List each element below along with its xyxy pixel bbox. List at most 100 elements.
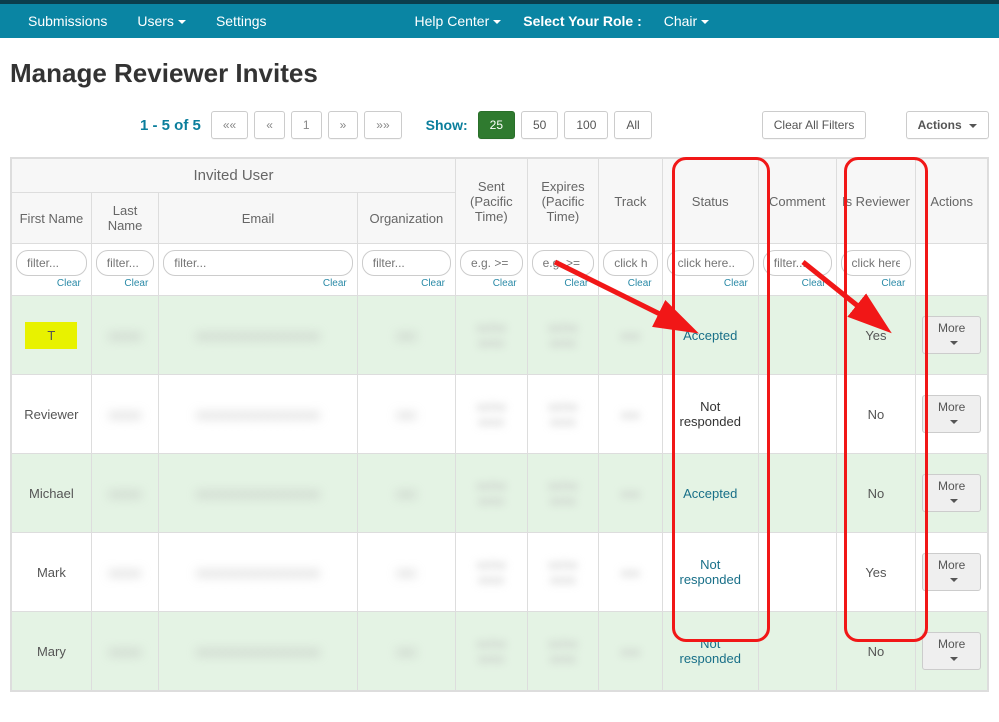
role-value: Chair [664,13,697,29]
clear-filter[interactable]: Clear [460,276,523,289]
row-more-button[interactable]: More [922,316,981,354]
filter-expires[interactable] [532,250,595,276]
pager-first[interactable]: «« [211,111,248,139]
caret-icon [950,341,958,345]
filter-first-name[interactable] [16,250,87,276]
filter-sent[interactable] [460,250,523,276]
page-size-50[interactable]: 50 [521,111,558,139]
col-organization[interactable]: Organization [357,193,455,244]
col-comment[interactable]: Comment [758,159,836,244]
col-track[interactable]: Track [599,159,662,244]
filter-status[interactable] [667,250,754,276]
cell-track: xxx [621,644,641,659]
cell-is-reviewer: No [868,486,885,501]
cell-status[interactable]: Not responded [679,636,740,666]
col-expires[interactable]: Expires (Pacific Time) [527,159,599,244]
nav-submissions[interactable]: Submissions [14,5,121,37]
clear-filter[interactable]: Clear [841,276,912,289]
toolbar: 1 - 5 of 5 «« « 1 » »» Show: 25 50 100 A… [10,107,989,149]
cell-organization: xxx [397,407,417,422]
clear-filter[interactable]: Clear [96,276,155,289]
clear-filter[interactable]: Clear [362,276,451,289]
col-last-name[interactable]: Last Name [91,193,159,244]
actions-button[interactable]: Actions [906,111,989,139]
cell-first-name: T [25,322,77,349]
caret-icon [950,499,958,503]
cell-email: xxxxxxxxxxxxxxxxxxx [196,486,320,501]
row-more-button[interactable]: More [922,553,981,591]
cell-status[interactable]: Not responded [679,557,740,587]
clear-filter[interactable]: Clear [603,276,657,289]
cell-sent: xx/xxxxxx [476,478,506,508]
cell-email: xxxxxxxxxxxxxxxxxxx [196,407,320,422]
caret-icon [178,20,186,24]
cell-track: xxx [621,328,641,343]
filter-comment[interactable] [763,250,832,276]
clear-filter[interactable]: Clear [532,276,595,289]
table-row: Markxxxxxxxxxxxxxxxxxxxxxxxxxxxxx/xxxxxx… [12,533,988,612]
actions-label: Actions [918,118,962,132]
cell-is-reviewer: No [868,407,885,422]
filter-track[interactable] [603,250,657,276]
cell-comment [758,533,836,612]
cell-is-reviewer: Yes [865,565,886,580]
filter-organization[interactable] [362,250,451,276]
cell-status[interactable]: Accepted [683,486,737,501]
filter-is-reviewer[interactable] [841,250,912,276]
clear-filter[interactable]: Clear [667,276,754,289]
cell-sent: xx/xxxxxx [476,636,506,666]
cell-organization: xxx [397,486,417,501]
cell-expires: xx/xxxxxx [548,478,578,508]
caret-icon [969,124,977,128]
pager-page[interactable]: 1 [291,111,322,139]
caret-icon [950,657,958,661]
nav-users[interactable]: Users [123,5,200,37]
col-actions: Actions [916,159,988,244]
nav-settings[interactable]: Settings [202,5,281,37]
cell-email: xxxxxxxxxxxxxxxxxxx [196,328,320,343]
col-is-reviewer[interactable]: Is Reviewer [836,159,916,244]
page-size-all[interactable]: All [614,111,651,139]
clear-filter[interactable]: Clear [16,276,87,289]
cell-expires: xx/xxxxxx [548,557,578,587]
cell-last-name: xxxxx [109,644,142,659]
nav-help[interactable]: Help Center [401,5,516,37]
filter-email[interactable] [163,250,352,276]
cell-last-name: xxxxx [109,565,142,580]
row-more-button[interactable]: More [922,474,981,512]
row-more-button[interactable]: More [922,632,981,670]
cell-track: xxx [621,407,641,422]
col-first-name[interactable]: First Name [12,193,92,244]
cell-status[interactable]: Accepted [683,328,737,343]
pager-prev[interactable]: « [254,111,285,139]
cell-first-name: Reviewer [24,407,78,422]
page-size-100[interactable]: 100 [564,111,608,139]
clear-filter[interactable]: Clear [163,276,352,289]
cell-expires: xx/xxxxxx [548,399,578,429]
cell-sent: xx/xxxxxx [476,557,506,587]
cell-first-name: Mary [37,644,66,659]
cell-comment [758,375,836,454]
cell-sent: xx/xxxxxx [476,320,506,350]
cell-expires: xx/xxxxxx [548,320,578,350]
col-sent[interactable]: Sent (Pacific Time) [456,159,528,244]
nav-help-label: Help Center [415,13,490,29]
pager-last[interactable]: »» [364,111,401,139]
pager-next[interactable]: » [328,111,359,139]
page-size-25[interactable]: 25 [478,111,515,139]
cell-track: xxx [621,565,641,580]
page-title: Manage Reviewer Invites [10,58,989,89]
filter-last-name[interactable] [96,250,155,276]
role-select[interactable]: Chair [650,5,723,37]
clear-filter[interactable]: Clear [763,276,832,289]
cell-comment [758,612,836,691]
caret-icon [950,420,958,424]
cell-expires: xx/xxxxxx [548,636,578,666]
cell-email: xxxxxxxxxxxxxxxxxxx [196,644,320,659]
cell-email: xxxxxxxxxxxxxxxxxxx [196,565,320,580]
col-email[interactable]: Email [159,193,357,244]
cell-organization: xxx [397,565,417,580]
clear-all-filters-button[interactable]: Clear All Filters [762,111,867,139]
col-status[interactable]: Status [662,159,758,244]
row-more-button[interactable]: More [922,395,981,433]
